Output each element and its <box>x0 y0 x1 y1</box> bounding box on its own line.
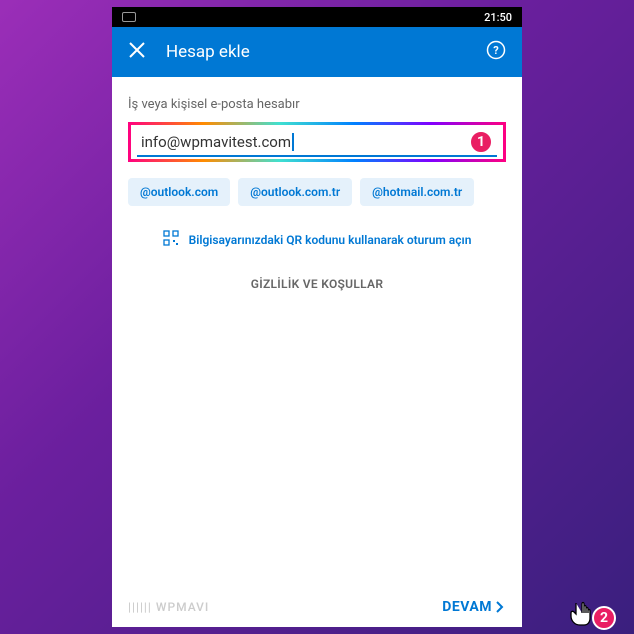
app-header: Hesap ekle ? <box>112 27 522 77</box>
qr-signin-link[interactable]: Bilgisayarınızdaki QR kodunu kullanarak … <box>128 230 506 249</box>
cursor-hand-icon <box>568 600 594 632</box>
email-input-wrapper[interactable]: info@wpmavitest.com 1 <box>128 122 506 162</box>
continue-button[interactable]: DEVAM <box>442 599 506 615</box>
callout-badge-1: 1 <box>469 130 493 154</box>
watermark: |||||| WPMAVI <box>128 600 209 614</box>
svg-text:?: ? <box>493 44 499 57</box>
suggestion-hotmail-com-tr[interactable]: @hotmail.com.tr <box>360 178 474 206</box>
email-input[interactable]: info@wpmavitest.com <box>141 133 291 151</box>
suggestion-outlook-com-tr[interactable]: @outlook.com.tr <box>238 178 352 206</box>
close-icon[interactable] <box>128 41 146 63</box>
page-title: Hesap ekle <box>166 42 466 62</box>
phone-frame: 21:50 Hesap ekle ? İş veya kişisel e-pos… <box>112 7 522 627</box>
qr-text: Bilgisayarınızdaki QR kodunu kullanarak … <box>189 233 472 247</box>
callout-badge-2: 2 <box>592 606 616 630</box>
keyboard-icon <box>122 12 136 22</box>
status-time: 21:50 <box>484 11 512 24</box>
continue-label: DEVAM <box>442 599 492 615</box>
suggestion-row: @outlook.com @outlook.com.tr @hotmail.co… <box>128 178 506 206</box>
text-cursor <box>292 133 294 151</box>
qr-icon <box>163 230 179 249</box>
content-area: İş veya kişisel e-posta hesabır info@wpm… <box>112 77 522 311</box>
privacy-link[interactable]: GİZLİLİK VE KOŞULLAR <box>128 277 506 291</box>
suggestion-outlook-com[interactable]: @outlook.com <box>128 178 230 206</box>
chevron-right-icon <box>494 601 506 613</box>
status-left <box>122 12 136 22</box>
status-bar: 21:50 <box>112 7 522 27</box>
footer: |||||| WPMAVI DEVAM <box>112 587 522 627</box>
input-underline <box>137 155 497 157</box>
help-icon[interactable]: ? <box>486 40 506 64</box>
email-label: İş veya kişisel e-posta hesabır <box>128 97 506 112</box>
